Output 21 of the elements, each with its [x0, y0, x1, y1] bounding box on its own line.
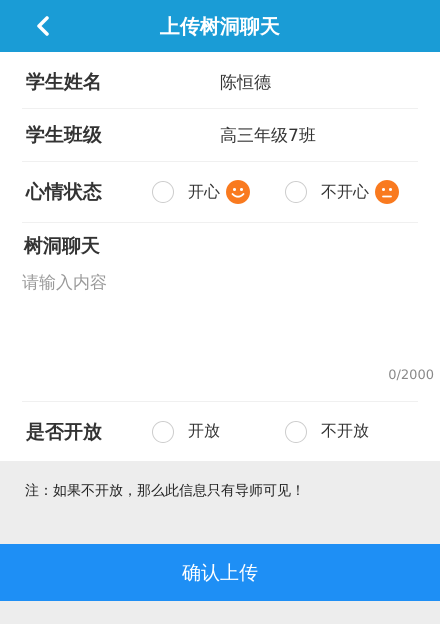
radio-option[interactable]: 开心 — [152, 180, 285, 204]
field-value: 陈恒德 — [220, 72, 271, 94]
field-label: 是否开放 — [25, 420, 103, 444]
radio-circle[interactable] — [152, 420, 174, 442]
radio-circle[interactable] — [152, 181, 174, 203]
note-text: 注：如果不开放，那么此信息只有导师可见！ — [25, 483, 305, 499]
back-icon[interactable] — [36, 15, 50, 37]
char-counter: 0/2000 — [388, 368, 434, 383]
radio-option[interactable]: 不开放 — [285, 420, 418, 442]
field-label: 学生班级 — [25, 123, 103, 148]
field-value: 高三年级7班 — [220, 124, 316, 146]
smiley-icon — [226, 180, 250, 204]
field-label: 树洞聊天 — [22, 234, 101, 259]
radio-option[interactable]: 开放 — [152, 420, 285, 442]
neutral-face-icon — [375, 180, 399, 204]
page-title: 上传树洞聊天 — [160, 12, 280, 40]
radio-circle[interactable] — [285, 181, 307, 203]
field-label: 心情状态 — [24, 180, 103, 205]
radio-option[interactable]: 不开心 — [285, 180, 418, 204]
radio-circle[interactable] — [285, 420, 307, 442]
field-label: 学生姓名 — [25, 70, 103, 95]
